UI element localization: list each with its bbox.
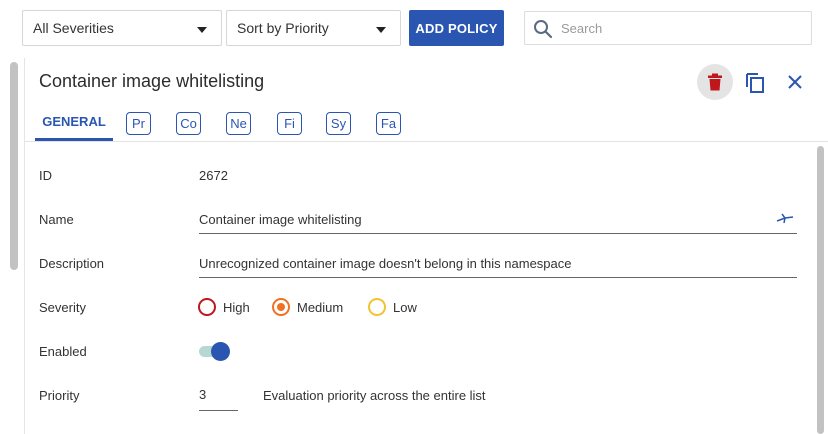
copy-button[interactable] (737, 64, 773, 100)
name-label: Name (39, 212, 74, 227)
priority-input[interactable]: 3 (199, 383, 238, 411)
description-label: Description (39, 256, 105, 271)
chevron-down-icon (197, 27, 207, 33)
severity-filter-select[interactable]: All Severities (22, 10, 222, 46)
name-field[interactable]: Container image whitelisting (199, 206, 797, 234)
radio-ring (368, 298, 386, 316)
filter-toolbar: All Severities Sort by Priority ADD POLI… (0, 0, 828, 58)
severity-high-label: High (223, 299, 250, 315)
radio-ring (272, 298, 290, 316)
id-label: ID (39, 168, 52, 183)
radio-ring (198, 298, 216, 316)
search-box (524, 11, 812, 45)
enabled-toggle[interactable] (199, 341, 231, 362)
severity-radio-medium[interactable]: Medium (272, 298, 343, 316)
trash-icon (708, 73, 722, 91)
id-value: 2672 (199, 168, 228, 183)
severity-radio-low[interactable]: Low (368, 298, 417, 316)
form-scrollbar[interactable] (817, 146, 824, 434)
policy-detail-panel: Container image whitelisting GENERAL Pr … (24, 58, 828, 434)
copy-icon (746, 73, 764, 93)
sort-select-value: Sort by Priority (237, 20, 329, 36)
description-field[interactable]: Unrecognized container image doesn't bel… (199, 250, 797, 278)
severity-low-label: Low (393, 299, 417, 315)
tab-co[interactable]: Co (176, 112, 201, 135)
search-input[interactable] (561, 18, 801, 38)
delete-button[interactable] (697, 64, 733, 100)
priority-label: Priority (39, 388, 80, 403)
policy-tabs: GENERAL Pr Co Ne Fi Sy Fa (25, 104, 828, 142)
tab-ne[interactable]: Ne (226, 112, 251, 135)
close-icon (788, 75, 802, 89)
priority-value: 3 (199, 387, 207, 402)
panel-title: Container image whitelisting (39, 71, 265, 91)
severity-medium-label: Medium (297, 299, 344, 315)
enabled-label: Enabled (39, 344, 87, 359)
close-button[interactable] (777, 64, 813, 100)
severity-radio-high[interactable]: High (198, 298, 250, 316)
resize-handle-icon[interactable] (776, 212, 794, 224)
radio-selected-dot (277, 303, 285, 311)
tab-fi[interactable]: Fi (277, 112, 302, 135)
search-icon (534, 20, 553, 39)
description-field-value: Unrecognized container image doesn't bel… (199, 256, 572, 271)
tab-pr[interactable]: Pr (126, 112, 151, 135)
severity-label: Severity (39, 300, 86, 315)
tab-sy[interactable]: Sy (326, 112, 351, 135)
priority-hint: Evaluation priority across the entire li… (263, 388, 486, 403)
severity-filter-value: All Severities (33, 20, 114, 36)
sort-select[interactable]: Sort by Priority (226, 10, 401, 46)
tab-fa[interactable]: Fa (376, 112, 401, 135)
tab-general[interactable]: GENERAL (35, 104, 113, 141)
chevron-down-icon (376, 27, 386, 33)
page-scrollbar[interactable] (10, 62, 18, 270)
toggle-thumb (211, 342, 230, 361)
name-field-value: Container image whitelisting (199, 212, 362, 227)
add-policy-button[interactable]: ADD POLICY (409, 10, 504, 46)
